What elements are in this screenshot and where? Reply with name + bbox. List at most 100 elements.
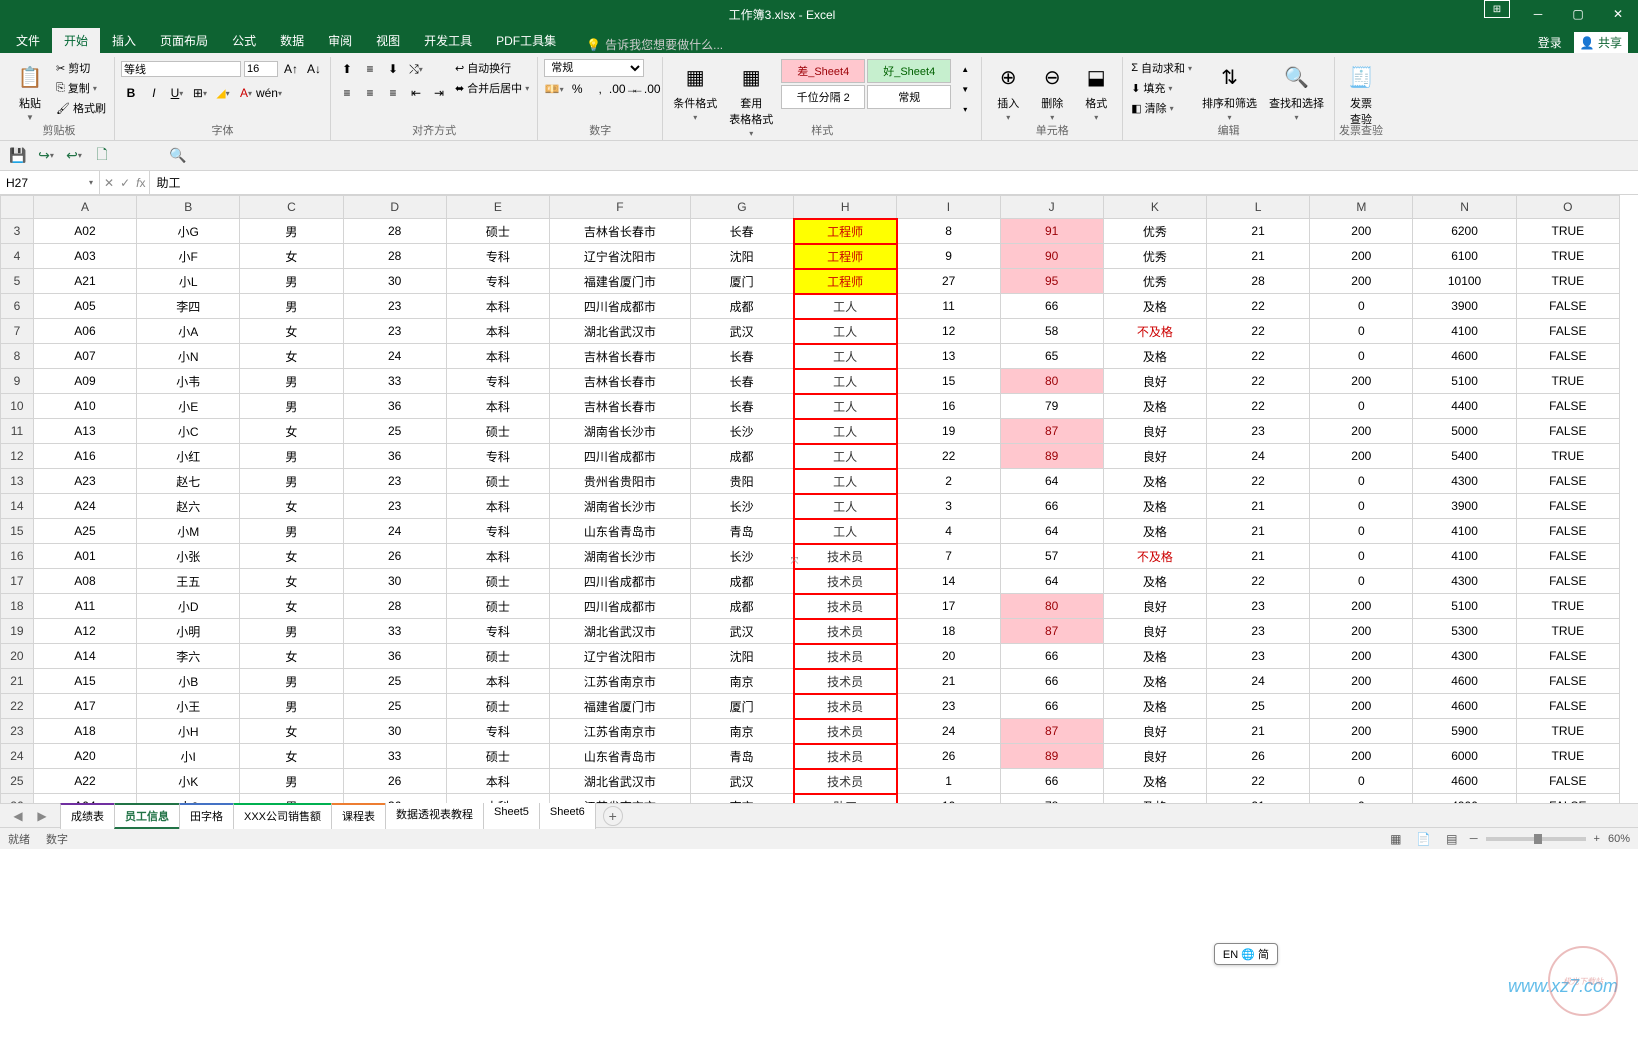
cell-M24[interactable]: 200 (1310, 744, 1413, 769)
cell-H23[interactable]: 技术员 (794, 719, 897, 744)
cell-E17[interactable]: 硕士 (446, 569, 549, 594)
row-header-15[interactable]: 15 (1, 519, 34, 544)
cell-I17[interactable]: 14 (897, 569, 1000, 594)
row-header-10[interactable]: 10 (1, 394, 34, 419)
cell-L22[interactable]: 25 (1206, 694, 1309, 719)
cell-N14[interactable]: 3900 (1413, 494, 1516, 519)
cell-C7[interactable]: 女 (240, 319, 343, 344)
cell-N20[interactable]: 4300 (1413, 644, 1516, 669)
cell-F8[interactable]: 吉林省长春市 (550, 344, 691, 369)
row-header-25[interactable]: 25 (1, 769, 34, 794)
cell-J19[interactable]: 87 (1000, 619, 1103, 644)
cell-H8[interactable]: 工人 (794, 344, 897, 369)
border-button[interactable]: ⊞▾ (190, 83, 210, 103)
cell-N23[interactable]: 5900 (1413, 719, 1516, 744)
cell-H18[interactable]: 技术员 (794, 594, 897, 619)
cell-H16[interactable]: ⤧技术员 (794, 544, 897, 569)
cut-button[interactable]: ✂剪切 (54, 59, 108, 77)
cell-D14[interactable]: 23 (343, 494, 446, 519)
select-all-button[interactable] (1, 196, 34, 219)
cell-J24[interactable]: 89 (1000, 744, 1103, 769)
cell-K18[interactable]: 良好 (1103, 594, 1206, 619)
cell-F17[interactable]: 四川省成都市 (550, 569, 691, 594)
cell-L12[interactable]: 24 (1206, 444, 1309, 469)
cell-H11[interactable]: 工人 (794, 419, 897, 444)
align-top-icon[interactable]: ⬆ (337, 59, 357, 79)
cell-M5[interactable]: 200 (1310, 269, 1413, 294)
cell-H9[interactable]: 工人 (794, 369, 897, 394)
cell-C6[interactable]: 男 (240, 294, 343, 319)
enter-icon[interactable]: ✓ (120, 176, 130, 190)
sheet-tab-课程表[interactable]: 课程表 (331, 802, 386, 829)
cell-O17[interactable]: FALSE (1516, 569, 1619, 594)
currency-icon[interactable]: 💴▾ (544, 79, 564, 99)
cell-C15[interactable]: 男 (240, 519, 343, 544)
invoice-check-button[interactable]: 🧾发票 查验 (1341, 59, 1381, 129)
cell-D3[interactable]: 28 (343, 219, 446, 244)
cell-F24[interactable]: 山东省青岛市 (550, 744, 691, 769)
zoom-level[interactable]: 60% (1608, 833, 1630, 845)
cell-H14[interactable]: 工人 (794, 494, 897, 519)
column-header-B[interactable]: B (137, 196, 240, 219)
cell-N12[interactable]: 5400 (1413, 444, 1516, 469)
cell-K5[interactable]: 优秀 (1103, 269, 1206, 294)
cell-B16[interactable]: 小张 (137, 544, 240, 569)
cell-A11[interactable]: A13 (33, 419, 136, 444)
cell-E12[interactable]: 专科 (446, 444, 549, 469)
cell-D23[interactable]: 30 (343, 719, 446, 744)
cell-B6[interactable]: 李四 (137, 294, 240, 319)
cell-L4[interactable]: 21 (1206, 244, 1309, 269)
cell-F18[interactable]: 四川省成都市 (550, 594, 691, 619)
sheet-nav-next-icon[interactable]: ▶ (32, 806, 52, 826)
cell-I24[interactable]: 26 (897, 744, 1000, 769)
cell-N5[interactable]: 10100 (1413, 269, 1516, 294)
cell-O6[interactable]: FALSE (1516, 294, 1619, 319)
cell-A4[interactable]: A03 (33, 244, 136, 269)
cell-N13[interactable]: 4300 (1413, 469, 1516, 494)
cell-L19[interactable]: 23 (1206, 619, 1309, 644)
row-header-7[interactable]: 7 (1, 319, 34, 344)
sheet-tab-Sheet6[interactable]: Sheet6 (539, 802, 596, 829)
row-header-22[interactable]: 22 (1, 694, 34, 719)
cell-A6[interactable]: A05 (33, 294, 136, 319)
cell-D20[interactable]: 36 (343, 644, 446, 669)
cell-L7[interactable]: 22 (1206, 319, 1309, 344)
cell-B24[interactable]: 小I (137, 744, 240, 769)
cell-F5[interactable]: 福建省厦门市 (550, 269, 691, 294)
cell-H6[interactable]: 工人 (794, 294, 897, 319)
print-preview-icon[interactable]: 🔍 (168, 146, 188, 166)
cell-O19[interactable]: TRUE (1516, 619, 1619, 644)
cell-C26[interactable]: 男 (240, 794, 343, 804)
cell-M21[interactable]: 200 (1310, 669, 1413, 694)
cell-E10[interactable]: 本科 (446, 394, 549, 419)
row-header-6[interactable]: 6 (1, 294, 34, 319)
autosum-button[interactable]: Σ自动求和 ▾ (1129, 59, 1194, 77)
cell-O13[interactable]: FALSE (1516, 469, 1619, 494)
cell-B4[interactable]: 小F (137, 244, 240, 269)
cell-K20[interactable]: 及格 (1103, 644, 1206, 669)
cell-H21[interactable]: 技术员 (794, 669, 897, 694)
cell-B10[interactable]: 小E (137, 394, 240, 419)
style-bad[interactable]: 差_Sheet4 (781, 59, 865, 83)
cell-C18[interactable]: 女 (240, 594, 343, 619)
cell-O14[interactable]: FALSE (1516, 494, 1619, 519)
cell-K11[interactable]: 良好 (1103, 419, 1206, 444)
cell-G9[interactable]: 长春 (690, 369, 793, 394)
cell-H19[interactable]: 技术员 (794, 619, 897, 644)
cell-M6[interactable]: 0 (1310, 294, 1413, 319)
cell-I4[interactable]: 9 (897, 244, 1000, 269)
cell-C14[interactable]: 女 (240, 494, 343, 519)
cell-B19[interactable]: 小明 (137, 619, 240, 644)
cell-H25[interactable]: 技术员 (794, 769, 897, 794)
percent-icon[interactable]: % (567, 79, 587, 99)
sheet-tab-员工信息[interactable]: 员工信息 (114, 802, 180, 829)
column-header-E[interactable]: E (446, 196, 549, 219)
cell-G4[interactable]: 沈阳 (690, 244, 793, 269)
cell-O20[interactable]: FALSE (1516, 644, 1619, 669)
cell-E20[interactable]: 硕士 (446, 644, 549, 669)
cell-B13[interactable]: 赵七 (137, 469, 240, 494)
column-header-M[interactable]: M (1310, 196, 1413, 219)
wrap-text-button[interactable]: ↩自动换行 (453, 59, 531, 77)
cell-N24[interactable]: 6000 (1413, 744, 1516, 769)
cell-F20[interactable]: 辽宁省沈阳市 (550, 644, 691, 669)
